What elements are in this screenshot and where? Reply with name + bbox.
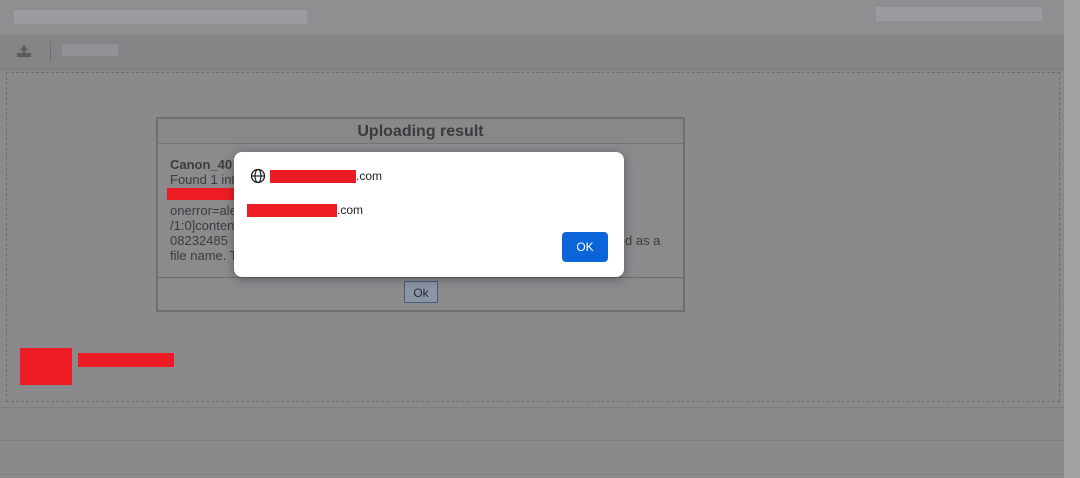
alert-origin-suffix: .com	[356, 169, 383, 183]
detail-line-number: 08232485	[170, 233, 228, 248]
dialog-footer-divider	[158, 277, 683, 278]
title-placeholder	[14, 10, 307, 24]
redacted-thumbnail	[20, 348, 72, 385]
dialog-ok-button[interactable]: Ok	[404, 281, 438, 303]
detail-line-file-name: file name. T	[170, 248, 238, 263]
globe-icon	[250, 168, 266, 184]
toolbar-placeholder[interactable]	[62, 44, 118, 56]
found-message: Found 1 inte	[170, 172, 243, 187]
toolbar	[0, 35, 1064, 70]
redacted-text	[167, 188, 237, 200]
redacted-domain	[247, 204, 337, 218]
alert-ok-button[interactable]: OK	[562, 232, 608, 262]
redacted-domain	[270, 170, 356, 184]
header-right-placeholder	[876, 7, 1042, 21]
page-scrollbar[interactable]	[1064, 0, 1080, 478]
dialog-title: Uploading result	[158, 119, 683, 144]
redacted-label	[78, 353, 174, 367]
toolbar-separator	[50, 41, 51, 61]
alert-message-suffix: .com	[337, 203, 364, 217]
detail-line-suffix: d as a	[625, 233, 661, 248]
browser-alert: .com .com OK	[234, 152, 624, 277]
alert-message: .com	[247, 203, 363, 219]
uploaded-file-name: Canon_40	[170, 157, 233, 172]
alert-origin: .com	[270, 169, 382, 185]
divider	[0, 440, 1064, 441]
detail-line-onerror: onerror=ale	[170, 203, 237, 218]
divider	[0, 407, 1064, 408]
divider	[0, 474, 1064, 475]
detail-line-content: /1:0]content	[170, 218, 238, 233]
upload-icon[interactable]	[16, 44, 32, 58]
